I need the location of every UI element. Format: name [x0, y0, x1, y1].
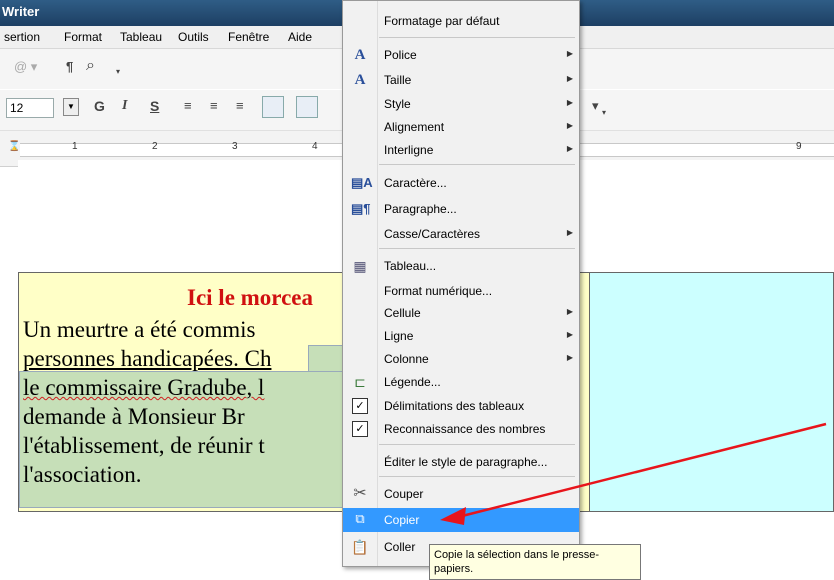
annotation-arrow: [440, 422, 827, 525]
arrow-line: [461, 422, 827, 518]
arrow-head: [440, 507, 466, 525]
